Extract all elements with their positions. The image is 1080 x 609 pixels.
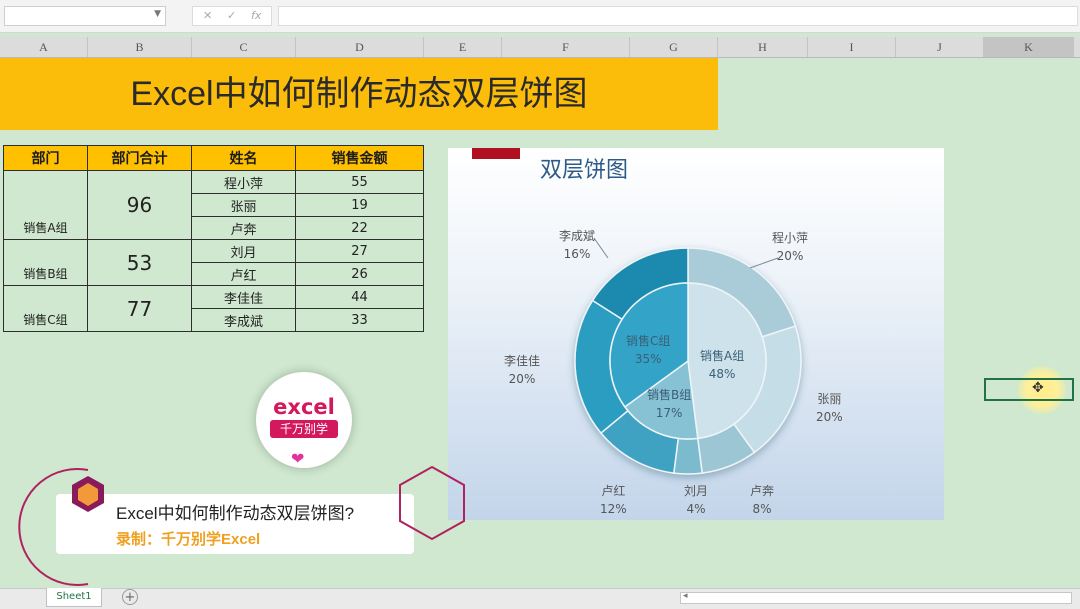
header-dept-total[interactable]: 部门合计	[87, 145, 192, 171]
group-name: 销售B组	[647, 388, 692, 402]
outer-label: 卢奔 8%	[750, 482, 774, 518]
move-cursor-icon: ✥	[1032, 380, 1044, 396]
name-box[interactable]: ▼	[4, 6, 166, 26]
name-cell[interactable]: 刘月	[191, 239, 296, 263]
amount-cell[interactable]: 27	[295, 239, 424, 263]
amount-cell[interactable]: 44	[295, 285, 424, 309]
outer-label: 刘月 4%	[684, 482, 708, 518]
slice-percent: 8%	[752, 502, 772, 516]
header-name[interactable]: 姓名	[191, 145, 296, 171]
inner-label: 销售B组 17%	[647, 386, 691, 422]
outer-label: 程小萍 20%	[772, 229, 808, 265]
page-title: Excel中如何制作动态双层饼图	[130, 75, 588, 113]
horizontal-scrollbar[interactable]	[680, 592, 1072, 604]
slice-name: 程小萍	[772, 231, 809, 245]
amount-cell[interactable]: 26	[295, 262, 424, 286]
logo-subtext: 千万别学	[270, 420, 338, 438]
column-header-k[interactable]: K	[984, 37, 1074, 57]
sales-table: 部门 部门合计 姓名 销售金额 销售A组 96 程小萍 55 张丽 19 卢奔 …	[3, 145, 424, 332]
table-row: 销售C组 77 李佳佳 44	[3, 285, 424, 332]
slice-percent: 16%	[563, 247, 591, 261]
column-header-e[interactable]: E	[424, 37, 502, 57]
inner-label: 销售A组 48%	[700, 347, 744, 383]
caption-title: Excel中如何制作动态双层饼图?	[116, 504, 355, 523]
name-cell[interactable]: 程小萍	[191, 170, 296, 194]
dept-cell[interactable]: 销售A组	[3, 170, 88, 240]
chevron-down-icon[interactable]: ▼	[154, 9, 161, 19]
amount-cell[interactable]: 33	[295, 308, 424, 332]
cancel-icon[interactable]: ✕	[203, 9, 212, 22]
slice-name: 张丽	[817, 392, 842, 406]
group-percent: 17%	[655, 406, 683, 420]
scroll-left-icon[interactable]: ◂	[683, 591, 688, 601]
slice-name: 卢奔	[750, 484, 775, 498]
column-header-i[interactable]: I	[808, 37, 896, 57]
group-percent: 48%	[708, 367, 736, 381]
dept-total-cell[interactable]: 96	[87, 170, 192, 240]
formula-buttons: ✕ ✓ fx	[192, 6, 272, 26]
slice-name: 李佳佳	[504, 354, 541, 368]
caption-decoration	[18, 465, 465, 586]
column-header-d[interactable]: D	[296, 37, 424, 57]
column-header-h[interactable]: H	[718, 37, 808, 57]
column-header-row: A B C D E F G H I J K	[0, 37, 1080, 58]
name-cell[interactable]: 卢奔	[191, 216, 296, 240]
header-dept[interactable]: 部门	[3, 145, 88, 171]
amount-cell[interactable]: 19	[295, 193, 424, 217]
outer-label: 卢红 12%	[600, 482, 627, 518]
outer-label: 张丽 20%	[816, 390, 843, 426]
group-name: 销售A组	[700, 349, 745, 363]
header-amount[interactable]: 销售金额	[295, 145, 424, 171]
slice-percent: 4%	[686, 502, 706, 516]
outer-label: 李成斌 16%	[559, 227, 595, 263]
selected-cell[interactable]	[984, 378, 1074, 401]
dept-total-cell[interactable]: 77	[87, 285, 192, 332]
hexagon-outline-icon	[399, 465, 465, 541]
dept-total-cell[interactable]: 53	[87, 239, 192, 286]
group-percent: 35%	[634, 352, 662, 366]
tab-sheet1[interactable]: Sheet1	[46, 588, 102, 607]
column-header-f[interactable]: F	[502, 37, 630, 57]
slice-name: 卢红	[601, 484, 626, 498]
check-icon[interactable]: ✓	[227, 9, 236, 22]
slice-name: 刘月	[684, 484, 709, 498]
double-pie-chart[interactable]	[448, 148, 944, 520]
amount-cell[interactable]: 22	[295, 216, 424, 240]
inner-label: 销售C组 35%	[626, 332, 670, 368]
formula-bar: ▼ ✕ ✓ fx	[0, 0, 1080, 33]
column-header-j[interactable]: J	[896, 37, 984, 57]
logo-text: excel	[273, 395, 335, 419]
slice-percent: 20%	[816, 410, 843, 424]
table-header-row: 部门 部门合计 姓名 销售金额	[3, 145, 424, 171]
name-cell[interactable]: 张丽	[191, 193, 296, 217]
slice-percent: 20%	[508, 372, 536, 386]
column-header-a[interactable]: A	[0, 37, 88, 57]
caption-subtitle: 录制：千万别学Excel	[116, 531, 261, 548]
slice-name: 李成斌	[559, 229, 596, 243]
column-header-g[interactable]: G	[630, 37, 718, 57]
add-sheet-button[interactable]: +	[122, 589, 138, 605]
column-header-b[interactable]: B	[88, 37, 192, 57]
outer-label: 李佳佳 20%	[504, 352, 540, 388]
amount-cell[interactable]: 55	[295, 170, 424, 194]
table-row: 销售B组 53 刘月 27	[3, 239, 424, 286]
dept-cell[interactable]: 销售C组	[3, 285, 88, 332]
name-cell[interactable]: 李佳佳	[191, 285, 296, 309]
column-header-c[interactable]: C	[192, 37, 296, 57]
group-name: 销售C组	[626, 334, 671, 348]
leader-line	[593, 237, 609, 259]
slice-percent: 12%	[600, 502, 627, 516]
name-cell[interactable]: 卢红	[191, 262, 296, 286]
dept-cell[interactable]: 销售B组	[3, 239, 88, 286]
table-row: 销售A组 96 程小萍 55	[3, 170, 424, 240]
fx-icon[interactable]: fx	[251, 9, 261, 22]
formula-input[interactable]	[278, 6, 1078, 26]
slice-percent: 20%	[776, 249, 804, 263]
name-cell[interactable]: 李成斌	[191, 308, 296, 332]
